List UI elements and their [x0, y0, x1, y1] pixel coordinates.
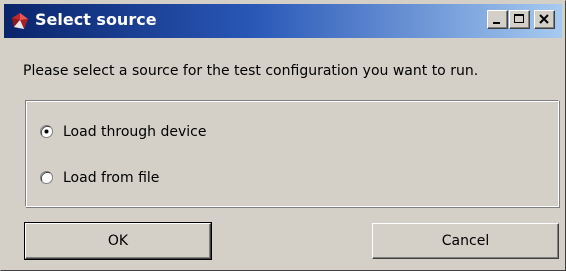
title-bar[interactable]: Select source: [4, 4, 562, 38]
minimize-button[interactable]: [487, 10, 508, 29]
close-button[interactable]: [534, 10, 555, 29]
select-source-dialog: Select source Please select a source for…: [0, 0, 566, 271]
app-icon: [12, 13, 28, 29]
close-icon: [539, 14, 549, 24]
source-options-group: Load through device Load from file: [25, 100, 559, 207]
maximize-button[interactable]: [509, 10, 530, 29]
radio-checked-icon[interactable]: [40, 125, 53, 138]
radio-label: Load from file: [63, 170, 160, 186]
radio-unchecked-icon[interactable]: [40, 171, 53, 184]
minimize-icon: [493, 22, 500, 24]
maximize-icon: [514, 14, 524, 23]
radio-label: Load through device: [63, 124, 207, 140]
cancel-button[interactable]: Cancel: [372, 223, 559, 259]
ok-button[interactable]: OK: [24, 222, 212, 260]
prompt-text: Please select a source for the test conf…: [23, 63, 479, 79]
window-title: Select source: [35, 10, 157, 29]
